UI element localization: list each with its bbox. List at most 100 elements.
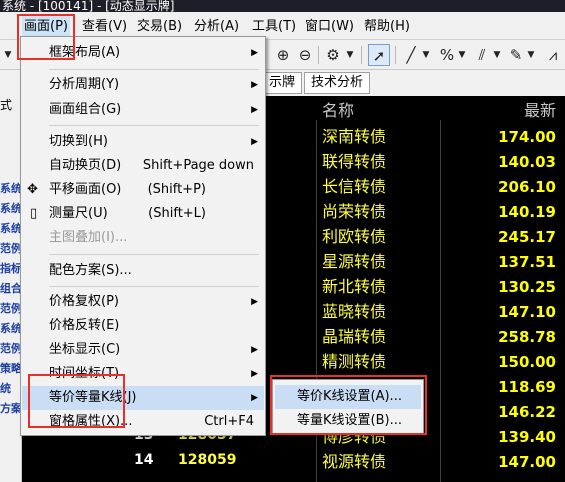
bond-price: 174.00 [498,128,556,146]
move-icon: ✥ [27,182,38,197]
left-panel-label: 式 [0,98,13,112]
menu-trade[interactable]: 交易(B) [135,16,184,38]
submenu-arrow-icon: ▶ [251,369,258,379]
column-header-price[interactable]: 最新 [524,100,556,122]
menu-item-switch-to[interactable]: 切换到(H) ▶ [22,130,264,154]
shortcut-text: (Shift+L) [148,206,206,221]
submenu-arrow-icon: ▶ [251,48,258,58]
bond-name: 深南转债 [322,127,387,146]
submenu-arrow-icon: ▶ [251,297,258,307]
line-draw-icon[interactable]: ╱ [400,44,422,66]
left-panel-item[interactable]: 指标 [0,260,21,276]
menu-item-price-adjust[interactable]: 价格复权(P) ▶ [22,290,264,314]
submenu-arrow-icon: ▶ [251,105,258,115]
bond-price: 137.51 [498,253,556,271]
percent-icon[interactable]: % [436,44,458,66]
line-dropdown-icon[interactable]: ▼ [420,44,432,66]
menu-item-analysis-period[interactable]: 分析周期(Y) ▶ [22,73,264,97]
bond-name: 精测转债 [322,352,387,371]
menu-window[interactable]: 窗口(W) [303,16,356,38]
channel-tool-icon[interactable]: ⩘ [542,44,564,66]
bond-name: 新北转债 [322,277,387,296]
left-panel-item[interactable]: 系统 [0,320,21,336]
percent-dropdown-icon[interactable]: ▼ [456,44,468,66]
left-panel-item[interactable]: 统 [0,380,11,396]
left-panel-item[interactable]: 系统 [0,200,21,216]
row-index: 14 [134,452,154,468]
bond-name: 联得转债 [322,152,387,171]
menu-item-screen-group[interactable]: 画面组合(G) ▶ [22,98,264,122]
draw-dropdown-icon[interactable]: ▼ [525,44,537,66]
left-panel-item[interactable]: 范例 [0,340,21,356]
bond-price: 150.00 [498,353,556,371]
ruler-icon: ▯ [30,206,38,221]
menu-tools[interactable]: 工具(T) [250,16,298,38]
bond-price: 147.10 [498,303,556,321]
zoom-in-icon[interactable]: ⊕ [272,44,294,66]
bond-price: 130.25 [498,278,556,296]
left-panel-item[interactable]: 系统 [0,220,21,236]
bond-name: 长信转债 [322,177,387,196]
column-header-name[interactable]: 名称 [322,100,354,122]
bond-name: 蓝晓转债 [322,302,387,321]
gear-icon[interactable]: ⚙ [322,44,344,66]
menu-separator [49,286,259,287]
left-panel-item[interactable]: 策略 [0,360,21,376]
gear-dropdown-icon[interactable]: ▼ [344,44,356,66]
menu-item-color-scheme[interactable]: 配色方案(S)... [22,259,264,283]
left-panel-item[interactable]: 组合 [0,280,21,296]
bond-price: 118.69 [498,378,556,396]
shortcut-text: Shift+Page down [142,158,254,173]
highlight-box-menu [17,14,75,60]
menu-item-price-invert[interactable]: 价格反转(E) [22,314,264,338]
bond-price: 206.10 [498,178,556,196]
draw-tool-icon[interactable]: ✎ [505,44,527,66]
menu-separator [49,125,259,126]
bond-price: 140.19 [498,203,556,221]
bond-name: 星源转债 [322,252,387,271]
shortcut-text: (Shift+P) [147,182,206,197]
bond-price: 147.00 [498,453,556,471]
left-panel-item[interactable]: 范例 [0,240,21,256]
submenu-arrow-icon: ▶ [251,345,258,355]
bond-price: 140.03 [498,153,556,171]
menu-separator [49,254,259,255]
left-panel-item[interactable]: 范例 [0,300,21,316]
menu-item-main-overlay: 主图叠加(I)... [49,230,128,245]
highlight-box-item [28,374,125,428]
bond-price: 258.78 [498,328,556,346]
menu-help[interactable]: 帮助(H) [362,16,412,38]
window-title: 系统 - [100141] - [动态显示牌] [2,0,175,12]
table-row[interactable]: 14 128059 视源转债 147.00 [122,450,565,475]
bond-name: 尚荣转债 [322,202,387,221]
bond-price: 146.22 [498,403,556,421]
menu-item-coord-display[interactable]: 坐标显示(C) ▶ [22,338,264,362]
bond-code: 128059 [178,452,237,468]
tab-quote-board[interactable]: 示牌 [262,72,303,94]
menu-analysis[interactable]: 分析(A) [192,16,241,38]
left-panel-item[interactable]: 方案 [0,400,21,416]
menu-item-measure-ruler[interactable]: ▯ 测量尺(U) (Shift+L) [22,202,264,226]
parallel-dropdown-icon[interactable]: ▼ [491,44,503,66]
bond-name: 利欧转债 [322,227,387,246]
dropdown-arrow-icon[interactable]: ▼ [2,44,14,66]
bond-name: 晶瑞转债 [322,327,387,346]
bond-price: 139.40 [498,428,556,446]
menu-separator [49,69,259,70]
bond-price: 245.17 [498,228,556,246]
bond-name: 视源转债 [322,452,387,471]
menu-look[interactable]: 查看(V) [80,16,129,38]
menu-item-pan-screen[interactable]: ✥ 平移画面(O) (Shift+P) [22,178,264,202]
window-title-bar: 系统 - [100141] - [动态显示牌] [0,0,565,12]
zoom-out-icon[interactable]: ⊖ [294,44,316,66]
submenu-arrow-icon: ▶ [251,137,258,147]
submenu-arrow-icon: ▶ [251,393,258,403]
parallel-lines-icon[interactable]: ⫽ [471,44,493,66]
toolbar-separator [361,46,362,64]
menu-item-auto-page[interactable]: 自动换页(D) Shift+Page down [22,154,264,178]
tab-technical-analysis[interactable]: 技术分析 [304,72,371,94]
toolbar-separator [318,46,319,64]
left-panel-item[interactable]: 系统 [0,180,21,196]
cursor-arrow-icon[interactable]: ➚ [368,44,390,66]
shortcut-text: Ctrl+F4 [204,414,254,429]
